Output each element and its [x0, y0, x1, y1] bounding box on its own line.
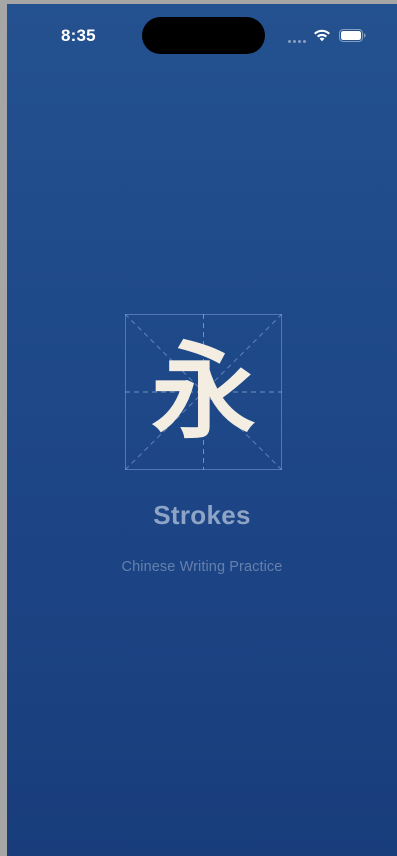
character-practice-grid: 永 — [125, 314, 282, 470]
status-time: 8:35 — [61, 26, 96, 45]
wifi-icon — [314, 29, 330, 42]
app-subtitle: Chinese Writing Practice — [121, 559, 283, 575]
app-screen: 8:35 永 Strokes Chinese Writing Practice — [7, 4, 397, 856]
device-frame: 8:35 永 Strokes Chinese Writing Practice — [0, 0, 397, 856]
cellular-signal-icon — [288, 39, 310, 43]
battery-icon — [339, 29, 366, 42]
app-title: Strokes — [153, 500, 251, 530]
status-bar: 8:35 — [7, 4, 397, 58]
sample-character: 永 — [151, 331, 256, 453]
dynamic-island — [142, 17, 265, 54]
